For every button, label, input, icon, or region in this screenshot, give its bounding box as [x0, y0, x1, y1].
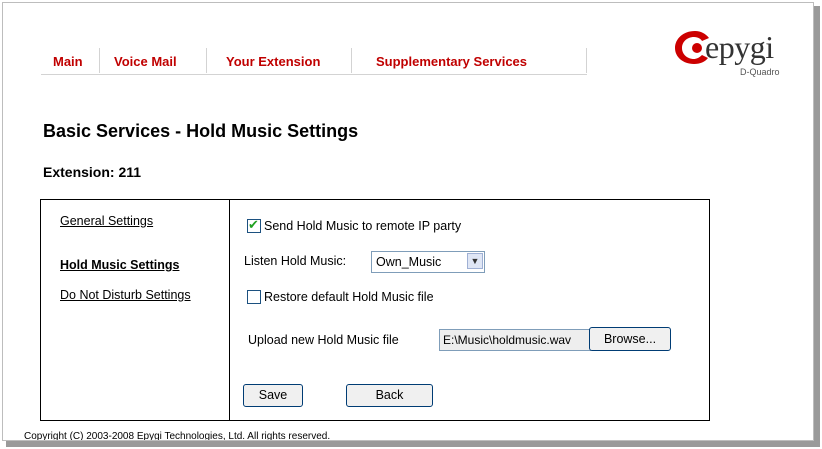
sidebar-item-hold-music-settings[interactable]: Hold Music Settings — [60, 258, 179, 272]
copyright-prefix: Copyright (C) 2003-2008 — [24, 431, 137, 441]
epygi-logo: epygi D-Quadro — [673, 25, 813, 95]
sidebar-item-general-settings[interactable]: General Settings — [60, 214, 153, 228]
sidebar-item-do-not-disturb-settings[interactable]: Do Not Disturb Settings — [60, 288, 191, 302]
page-title: Basic Services - Hold Music Settings — [43, 121, 359, 141]
listen-hold-music-select[interactable]: Own_Music ▼ — [371, 251, 485, 273]
listen-hold-music-label: Listen Hold Music: — [244, 254, 347, 268]
window-shadow-right — [813, 6, 820, 440]
nav-divider — [99, 48, 100, 73]
listen-hold-music-value: Own_Music — [376, 255, 442, 269]
nav-main[interactable]: Main — [53, 54, 83, 69]
nav-divider — [586, 48, 587, 73]
restore-default-label: Restore default Hold Music file — [264, 290, 434, 304]
save-button[interactable]: Save — [243, 384, 303, 407]
top-nav: Main Voice Mail Your Extension Supplemen… — [41, 44, 587, 75]
settings-sidebar: General Settings Hold Music Settings Do … — [41, 200, 230, 420]
nav-supplementary-services[interactable]: Supplementary Services — [376, 54, 527, 69]
restore-default-checkbox[interactable] — [247, 290, 261, 304]
logo-subtitle: D-Quadro — [740, 67, 780, 77]
copyright-suffix: . All rights reserved. — [242, 431, 331, 441]
nav-divider — [206, 48, 207, 73]
copyright-footer: Copyright (C) 2003-2008 Epygi Technologi… — [24, 431, 331, 441]
window-shadow-bottom — [6, 440, 820, 447]
nav-divider — [351, 48, 352, 73]
browse-button[interactable]: Browse... — [589, 327, 671, 351]
upload-hold-music-label: Upload new Hold Music file — [248, 333, 399, 347]
chevron-down-icon[interactable]: ▼ — [467, 253, 483, 269]
upload-file-path: E:\Music\holdmusic.wav — [443, 333, 572, 347]
nav-your-extension[interactable]: Your Extension — [226, 54, 320, 69]
logo-wordmark: epygi — [705, 29, 774, 65]
back-button[interactable]: Back — [346, 384, 433, 407]
company-link[interactable]: Epygi Technologies, Ltd — [137, 431, 242, 440]
nav-voice-mail[interactable]: Voice Mail — [114, 54, 177, 69]
page-container: Main Voice Mail Your Extension Supplemen… — [2, 2, 814, 441]
send-hold-music-label: Send Hold Music to remote IP party — [264, 219, 462, 233]
send-hold-music-checkbox[interactable] — [247, 217, 261, 233]
upload-file-input[interactable]: E:\Music\holdmusic.wav — [439, 329, 591, 351]
extension-label: Extension: 211 — [43, 164, 142, 180]
